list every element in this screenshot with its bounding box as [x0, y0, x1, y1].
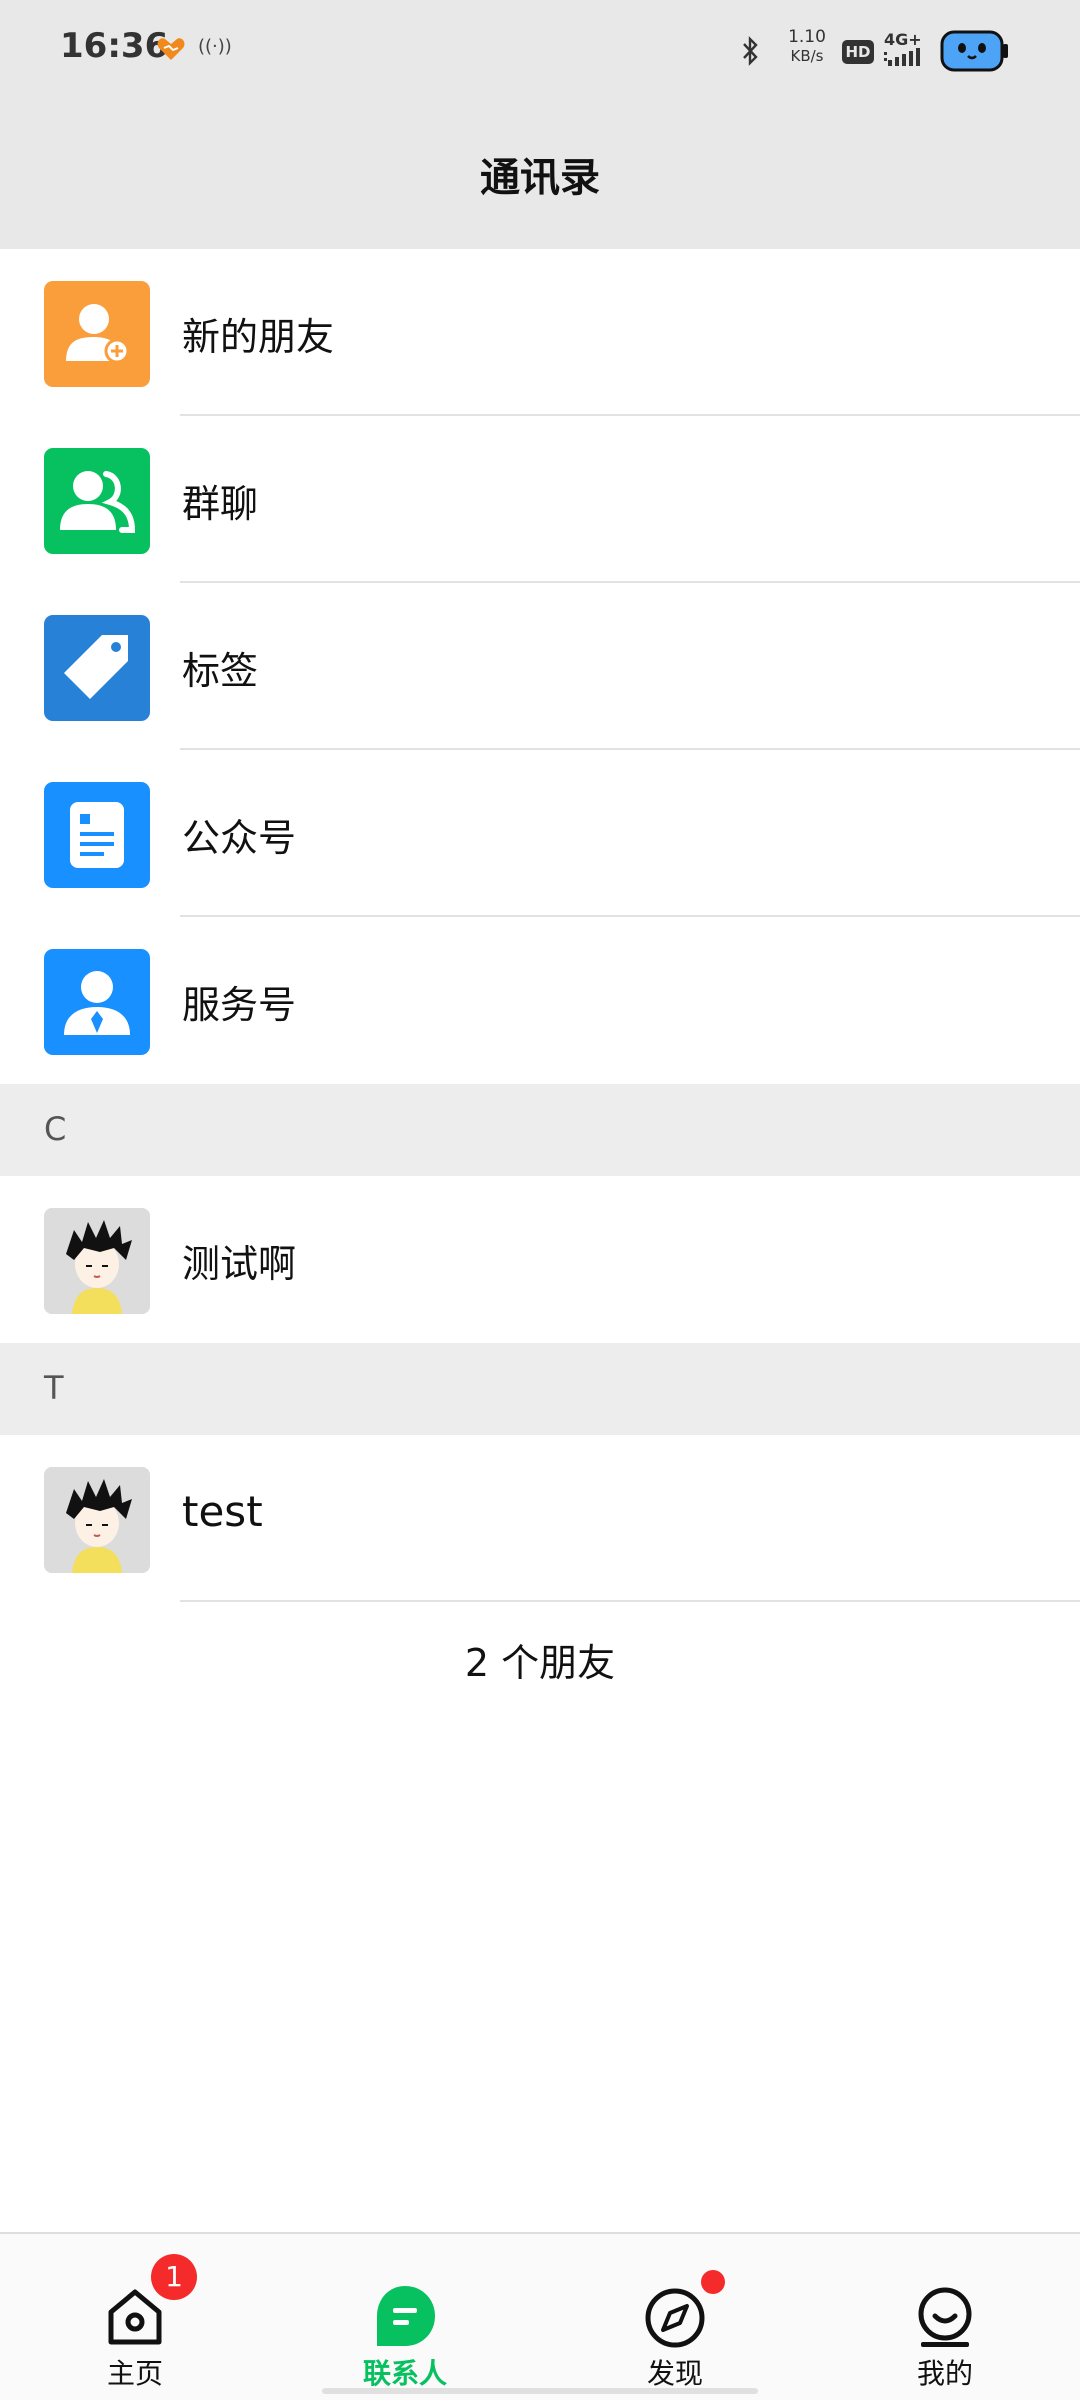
section-header-c: C — [0, 1084, 1080, 1176]
network-speed-value: 1.10 — [788, 27, 826, 47]
bluetooth-icon — [740, 36, 760, 73]
profile-icon — [913, 2284, 977, 2348]
section-letter: C — [44, 1110, 67, 1148]
page-title: 通讯录 — [480, 155, 600, 201]
network-speed: 1.10 KB/s — [785, 28, 829, 66]
top-header: 通讯录 — [0, 95, 1080, 249]
divider — [180, 1600, 1080, 1602]
tab-me[interactable]: 我的 — [845, 2234, 1045, 2400]
notification-badge: 1 — [151, 2254, 197, 2300]
heart-icon — [156, 36, 186, 62]
status-time: 16:36 — [60, 26, 169, 66]
tab-label: 联系人 — [362, 2357, 447, 2390]
contact-row[interactable]: 测试啊 — [0, 1176, 1080, 1343]
menu-item-label: 新的朋友 — [182, 315, 335, 359]
hd-badge: HD — [842, 40, 874, 64]
tab-label: 我的 — [916, 2357, 973, 2390]
tab-home[interactable]: 1 主页 — [35, 2234, 235, 2400]
menu-item-label: 服务号 — [182, 983, 297, 1027]
tab-label: 主页 — [106, 2357, 163, 2390]
notification-dot — [701, 2270, 725, 2294]
battery-icon — [940, 30, 1010, 72]
contact-avatar — [44, 1208, 150, 1314]
contacts-icon — [373, 2284, 437, 2348]
cell-signal-icon: 4G+ — [884, 30, 930, 70]
hotspot-icon: ((·)) — [198, 36, 232, 57]
add-friend-icon — [44, 281, 150, 387]
menu-item-label: 公众号 — [182, 816, 297, 860]
contact-name: 测试啊 — [182, 1242, 297, 1286]
section-letter: T — [44, 1369, 64, 1407]
section-header-t: T — [0, 1343, 1080, 1435]
menu-item-label: 标签 — [182, 649, 259, 693]
menu-item-new-friends[interactable]: 新的朋友 — [0, 249, 1080, 416]
home-indicator[interactable] — [322, 2388, 758, 2394]
contact-row[interactable]: test — [0, 1435, 1080, 1602]
menu-item-label: 群聊 — [182, 482, 259, 526]
official-account-icon — [44, 782, 150, 888]
tab-label: 发现 — [646, 2357, 703, 2390]
group-chat-icon — [44, 448, 150, 554]
tag-icon — [44, 615, 150, 721]
menu-item-official-accounts[interactable]: 公众号 — [0, 750, 1080, 917]
tab-discover[interactable]: 发现 — [575, 2234, 775, 2400]
contact-name: test — [182, 1487, 263, 1536]
bottom-tab-bar: 1 主页 联系人 发现 我的 — [0, 2232, 1080, 2400]
network-speed-unit: KB/s — [790, 47, 824, 65]
friend-count: 2 个朋友 — [464, 1641, 616, 1685]
menu-item-group-chat[interactable]: 群聊 — [0, 416, 1080, 583]
compass-icon — [643, 2284, 707, 2348]
tab-contacts[interactable]: 联系人 — [305, 2234, 505, 2400]
contact-avatar — [44, 1467, 150, 1573]
menu-item-tags[interactable]: 标签 — [0, 583, 1080, 750]
service-account-icon — [44, 949, 150, 1055]
menu-item-service-accounts[interactable]: 服务号 — [0, 917, 1080, 1084]
status-bar: 16:36 ((·)) 1.10 KB/s HD 4G+ — [0, 0, 1080, 95]
